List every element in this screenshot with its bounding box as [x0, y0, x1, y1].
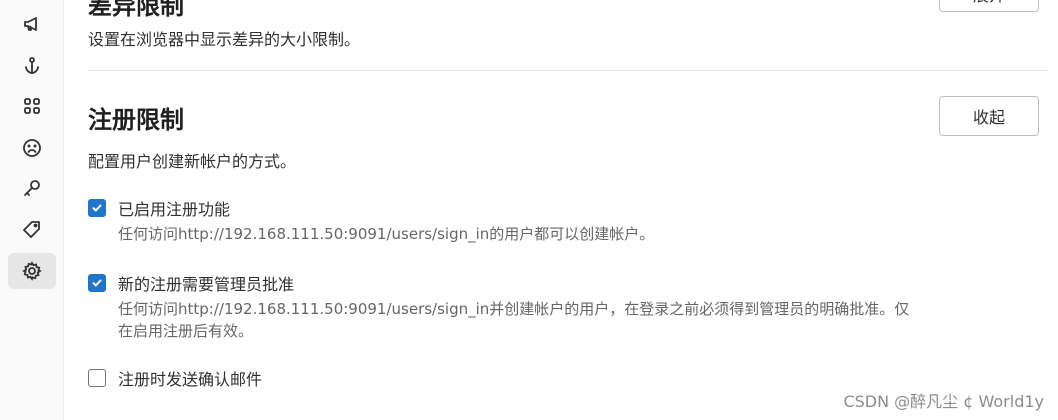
- key-icon: [24, 180, 40, 196]
- megaphone-icon: [24, 17, 37, 31]
- left-sidebar: [0, 0, 64, 420]
- sidebar-item-credentials[interactable]: [8, 170, 56, 206]
- grid-icon: [24, 98, 40, 114]
- signup-enabled-help: 任何访问http://192.168.111.50:9091/users/sig…: [118, 225, 655, 243]
- sidebar-item-messages[interactable]: [8, 6, 56, 42]
- signup-enabled-label[interactable]: 已启用注册功能: [118, 196, 230, 220]
- sidebar-item-hooks[interactable]: [8, 48, 56, 84]
- admin-approval-label[interactable]: 新的注册需要管理员批准: [118, 271, 294, 295]
- confirmation-email-checkbox[interactable]: [88, 369, 106, 387]
- section-divider: [88, 70, 1048, 71]
- anchor-icon: [25, 57, 39, 74]
- sad-face-icon: [23, 139, 41, 157]
- gear-icon: [22, 261, 42, 281]
- signup-enabled-checkbox[interactable]: [88, 199, 106, 217]
- admin-approval-help: 任何访问http://192.168.111.50:9091/users/sig…: [118, 300, 910, 340]
- watermark: CSDN @醉凡尘 ¢ World1y: [843, 392, 1044, 411]
- signup-restrictions-title: 注册限制: [88, 106, 184, 134]
- signup-description: 配置用户创建新帐户的方式。: [88, 152, 297, 171]
- diff-limits-expand-button[interactable]: 展开: [939, 0, 1039, 12]
- sidebar-item-abuse-reports[interactable]: [8, 130, 56, 166]
- check-icon: [92, 279, 102, 287]
- confirmation-email-label[interactable]: 注册时发送确认邮件: [118, 366, 262, 390]
- admin-approval-checkbox[interactable]: [88, 274, 106, 292]
- tag-icon: [23, 221, 40, 238]
- signup-collapse-button[interactable]: 收起: [939, 96, 1039, 136]
- sidebar-item-applications[interactable]: [8, 88, 56, 124]
- diff-limits-description: 设置在浏览器中显示差异的大小限制。: [88, 30, 361, 49]
- settings-main: 差异限制 展开 设置在浏览器中显示差异的大小限制。 注册限制 收起 配置用户创建…: [88, 0, 1058, 420]
- diff-limits-title: 差异限制: [88, 0, 184, 20]
- sidebar-item-settings[interactable]: [8, 253, 56, 289]
- sidebar-item-labels[interactable]: [8, 212, 56, 248]
- check-icon: [92, 204, 102, 212]
